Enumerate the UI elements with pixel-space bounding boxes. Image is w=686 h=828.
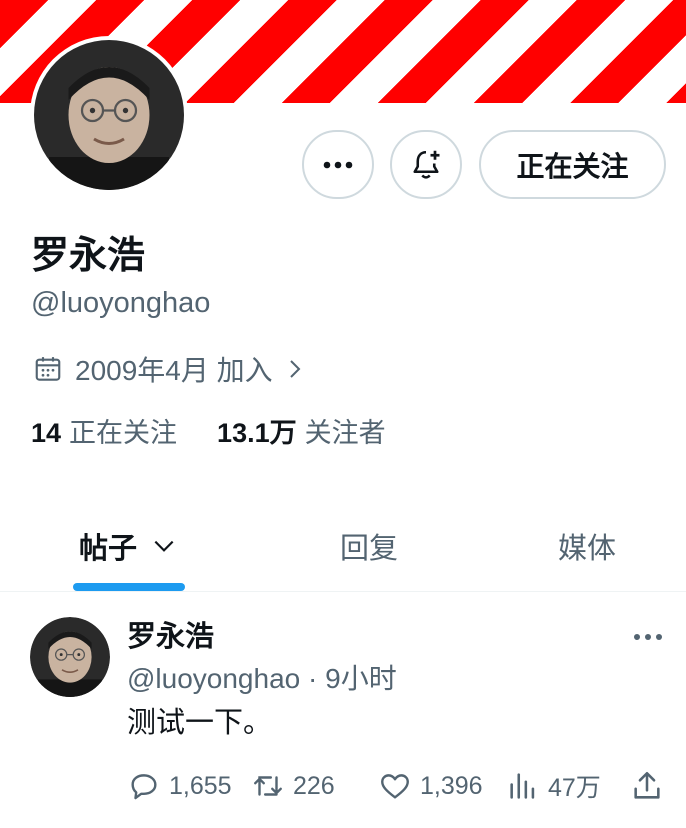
share-button[interactable] (630, 766, 664, 806)
views-count: 47万 (548, 774, 601, 802)
joined-date-link[interactable]: 2009年4月 加入 (33, 350, 307, 388)
followers-stat-link[interactable]: 13.1万 关注者 (217, 415, 386, 451)
retweet-icon (254, 776, 282, 796)
like-count: 1,396 (420, 771, 483, 800)
tab-posts[interactable]: 帖子 (79, 500, 177, 592)
post-text: 测试一下。 (127, 707, 273, 739)
heart-icon (381, 774, 409, 799)
more-options-button[interactable] (302, 130, 374, 199)
more-horizontal-icon (634, 634, 662, 640)
like-button[interactable]: 1,396 (378, 766, 483, 806)
profile-tabs: 帖子 回复 媒体 (0, 500, 686, 592)
calendar-icon (35, 357, 61, 381)
following-stat-link[interactable]: 14 正在关注 (31, 415, 177, 451)
share-icon (634, 771, 660, 799)
following-label: 正在关注 (69, 418, 178, 448)
views-chart-icon (510, 773, 535, 799)
profile-stats: 14 正在关注 13.1万 关注者 (31, 415, 386, 451)
chevron-down-icon (154, 540, 174, 552)
reply-count: 1,655 (169, 771, 232, 800)
tab-replies[interactable]: 回复 (340, 500, 398, 592)
profile-name: 罗永浩 (31, 235, 146, 277)
post-time[interactable]: 9小时 (325, 663, 397, 694)
following-count: 14 (31, 418, 62, 448)
retweet-count: 226 (293, 771, 335, 800)
following-button[interactable]: 正在关注 (479, 130, 666, 199)
tab-replies-label: 回复 (340, 533, 399, 565)
followers-label: 关注者 (304, 418, 386, 448)
views-button[interactable]: 47万 (506, 766, 601, 806)
tab-media-label: 媒体 (558, 533, 617, 565)
more-horizontal-icon (323, 161, 353, 168)
post-author-handle[interactable]: @luoyonghao (127, 663, 300, 694)
reply-button[interactable]: 1,655 (127, 766, 232, 806)
bell-plus-icon (413, 150, 440, 179)
retweet-button[interactable]: 226 (251, 766, 335, 806)
following-button-label: 正在关注 (516, 150, 629, 182)
post-more-button[interactable] (630, 622, 666, 652)
notifications-button[interactable] (390, 130, 462, 199)
tab-posts-label: 帖子 (79, 533, 138, 565)
joined-date-text: 2009年4月 加入 (75, 355, 273, 386)
post-meta-separator: · (308, 663, 318, 694)
active-tab-indicator (73, 583, 185, 591)
followers-count: 13.1万 (217, 418, 297, 448)
reply-icon (131, 774, 157, 800)
post-meta: @luoyonghao · 9小时 (127, 661, 397, 697)
chevron-right-icon (289, 360, 301, 378)
profile-handle: @luoyonghao (31, 287, 211, 319)
post-author-name[interactable]: 罗永浩 (127, 619, 214, 655)
post-author-avatar[interactable] (30, 617, 110, 697)
tab-media[interactable]: 媒体 (558, 500, 616, 592)
profile-avatar[interactable] (30, 36, 188, 194)
